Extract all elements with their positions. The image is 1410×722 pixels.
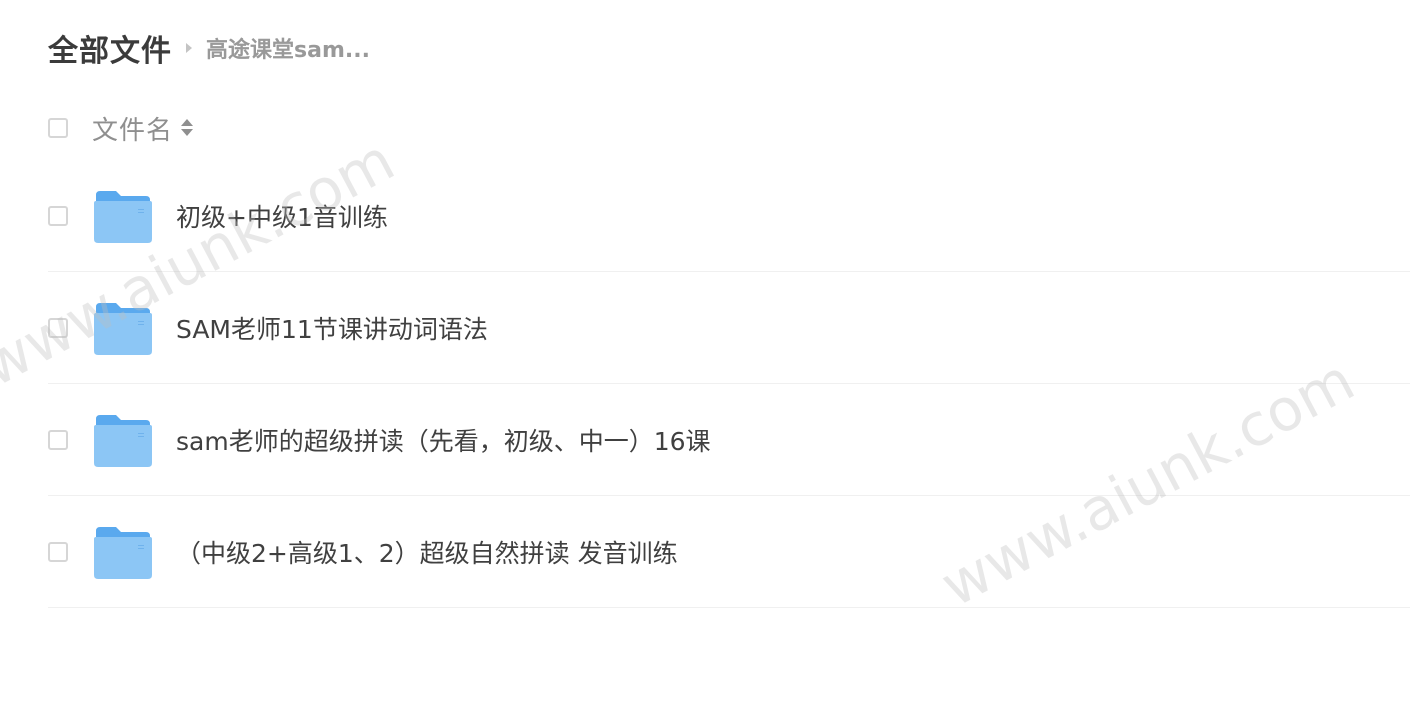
row-checkbox[interactable] (48, 205, 68, 226)
folder-icon (94, 526, 152, 579)
file-row[interactable]: sam老师的超级拼读（先看，初级、中一）16课 (48, 384, 1410, 496)
chevron-right-icon (186, 43, 192, 53)
list-header: 文件名 (48, 108, 194, 148)
file-name[interactable]: 初级+中级1音训练 (176, 198, 388, 234)
select-all-checkbox[interactable] (48, 118, 68, 138)
file-name[interactable]: SAM老师11节课讲动词语法 (176, 310, 488, 346)
row-checkbox[interactable] (48, 541, 68, 562)
folder-icon (94, 414, 152, 467)
sort-icon[interactable] (181, 117, 194, 139)
breadcrumb: 全部文件 高途课堂sam... (48, 26, 370, 70)
row-checkbox[interactable] (48, 317, 68, 338)
filename-column-header[interactable]: 文件名 (92, 110, 173, 147)
folder-icon (94, 302, 152, 355)
file-name[interactable]: sam老师的超级拼读（先看，初级、中一）16课 (176, 422, 711, 458)
file-row[interactable]: SAM老师11节课讲动词语法 (48, 272, 1410, 384)
folder-icon (94, 190, 152, 243)
breadcrumb-root-link[interactable]: 全部文件 (48, 26, 172, 70)
file-row[interactable]: 初级+中级1音训练 (48, 160, 1410, 272)
row-checkbox[interactable] (48, 429, 68, 450)
breadcrumb-current: 高途课堂sam... (206, 38, 370, 63)
file-list: 初级+中级1音训练 SAM老师11节课讲动词语法 sam老师的超级拼读（先看，初… (48, 160, 1410, 608)
file-row[interactable]: （中级2+高级1、2）超级自然拼读 发音训练 (48, 496, 1410, 608)
file-name[interactable]: （中级2+高级1、2）超级自然拼读 发音训练 (176, 534, 678, 570)
